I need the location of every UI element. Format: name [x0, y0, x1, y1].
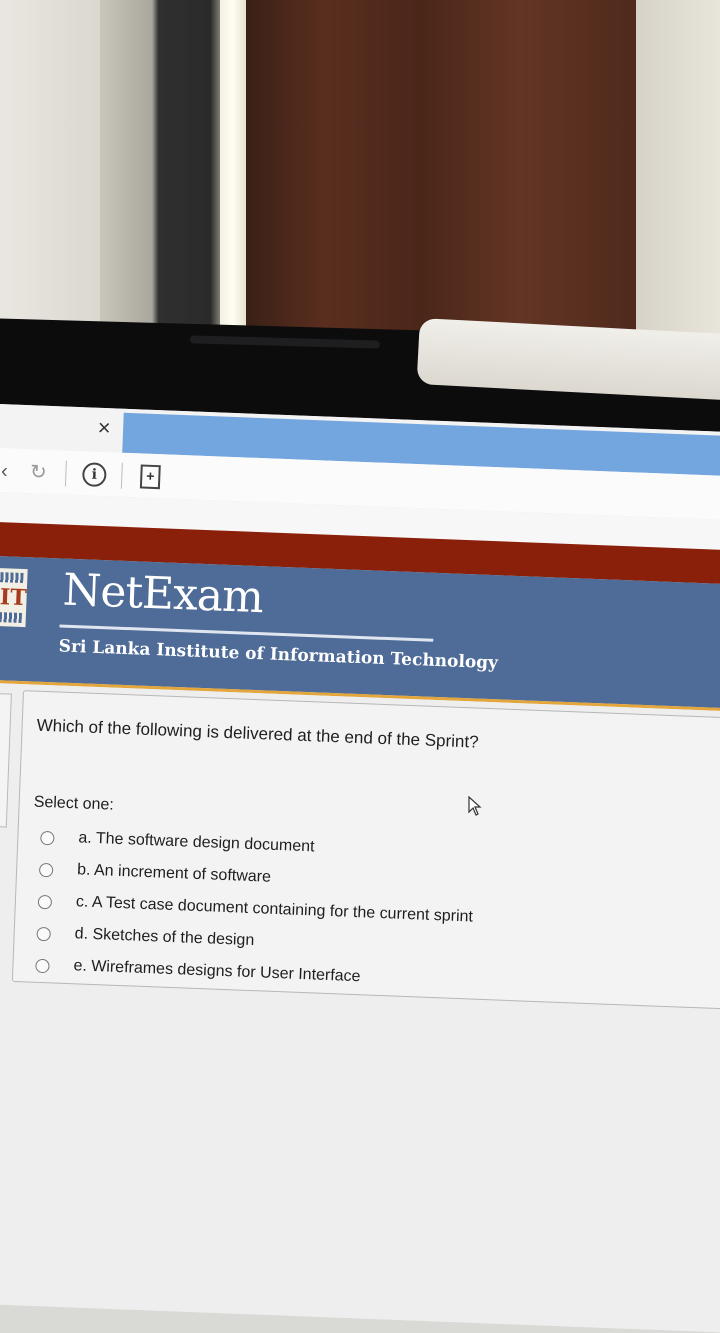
logo-grid-top [0, 571, 24, 584]
back-icon[interactable]: ‹ [0, 458, 18, 485]
page-add-icon: + [139, 464, 161, 490]
answer-option-d[interactable]: d. Sketches of the design [36, 924, 255, 949]
page-action-button[interactable]: + [137, 463, 164, 490]
reload-icon[interactable]: ↻ [25, 459, 52, 486]
window-light [220, 0, 246, 340]
sliit-logo: IIT [0, 567, 28, 628]
curtain-brown [246, 0, 636, 340]
answer-option-a[interactable]: a. The software design document [40, 828, 315, 855]
question-text: Which of the following is delivered at t… [36, 715, 480, 752]
option-label: b. An increment of software [76, 861, 272, 886]
wall-left [0, 0, 110, 340]
question-info-panel: d [0, 692, 12, 828]
curtain-grey [100, 0, 230, 340]
option-label: d. Sketches of the design [74, 925, 255, 950]
logo-text: IIT [0, 583, 28, 612]
tab-close-icon[interactable]: × [92, 415, 117, 441]
photo-background [0, 0, 720, 340]
radio-button[interactable] [38, 862, 54, 878]
question-box: Which of the following is delivered at t… [11, 690, 720, 1011]
logo-grid-bottom [0, 611, 22, 623]
brand-title: NetExam [61, 564, 264, 624]
institute-name: Sri Lanka Institute of Information Techn… [58, 636, 499, 674]
radio-button[interactable] [37, 894, 53, 910]
answer-option-c[interactable]: c. A Test case document containing for t… [37, 892, 473, 926]
radio-button[interactable] [40, 830, 55, 846]
option-label: a. The software design document [78, 829, 315, 856]
laptop-screen: × ‹ ↻ i + IIT NetExam Sri Lanka Institut… [0, 404, 720, 1333]
radio-button[interactable] [36, 926, 51, 942]
quiz-content: d Which of the following is delivered at… [0, 682, 720, 1333]
toolbar-separator [120, 462, 123, 489]
option-label: e. Wireframes designs for User Interface [73, 957, 361, 986]
site-info-button[interactable]: i [81, 461, 108, 488]
answer-option-e[interactable]: e. Wireframes designs for User Interface [35, 956, 361, 985]
select-one-prompt: Select one: [33, 793, 115, 814]
wall-right [636, 0, 720, 340]
radio-button[interactable] [35, 958, 50, 974]
answer-option-b[interactable]: b. An increment of software [38, 860, 271, 886]
mouse-pointer-icon [468, 796, 482, 816]
info-icon: i [81, 462, 107, 488]
toolbar-separator [64, 460, 67, 487]
option-label: c. A Test case document containing for t… [75, 893, 474, 926]
